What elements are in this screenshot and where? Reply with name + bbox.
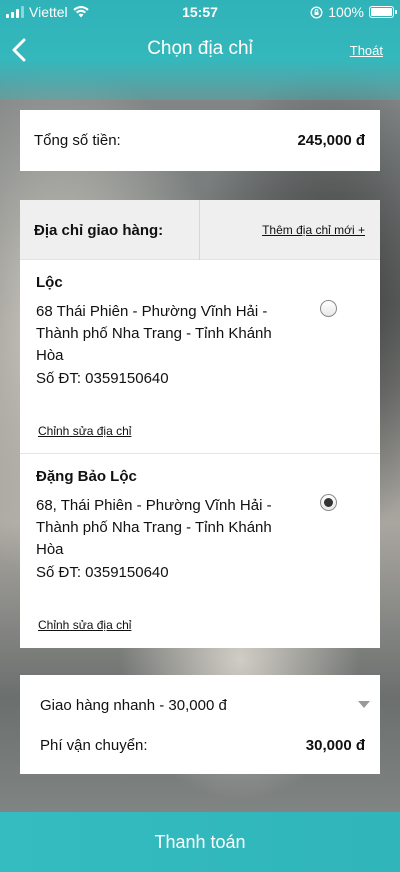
address-phone: Số ĐT: 0359150640 — [36, 370, 169, 387]
address-section-title: Địa chỉ giao hàng: — [34, 222, 164, 239]
address-name: Đặng Bảo Lộc — [36, 468, 137, 485]
pay-button[interactable]: Thanh toán — [0, 812, 400, 872]
status-right: 100% — [310, 4, 397, 20]
shipping-method-select[interactable]: Giao hàng nhanh - 30,000 đ — [40, 697, 227, 714]
address-item[interactable]: Lộc 68 Thái Phiên - Phường Vĩnh Hải - Th… — [20, 260, 380, 454]
address-item[interactable]: Đặng Bảo Lộc 68, Thái Phiên - Phường Vĩn… — [20, 454, 380, 648]
total-value: 245,000 đ — [297, 132, 365, 149]
orientation-lock-icon — [310, 5, 323, 19]
edit-address-link[interactable]: Chỉnh sửa địa chỉ — [38, 618, 131, 632]
header-divider — [199, 200, 200, 260]
address-text: 68, Thái Phiên - Phường Vĩnh Hải - Thành… — [36, 497, 272, 558]
battery-icon — [369, 6, 397, 18]
battery-percent: 100% — [328, 4, 364, 20]
shipping-fee-value: 30,000 đ — [305, 737, 365, 754]
header: Viettel 15:57 100% Chọn địa chỉ Thoát — [0, 0, 400, 100]
total-label: Tổng số tiền: — [34, 132, 121, 149]
status-bar: Viettel 15:57 100% — [0, 0, 400, 24]
address-radio-selected[interactable] — [320, 494, 337, 511]
page-title: Chọn địa chỉ — [147, 38, 253, 59]
shipping-fee-label: Phí vận chuyển: — [40, 737, 148, 754]
edit-address-link[interactable]: Chỉnh sửa địa chỉ — [38, 424, 131, 438]
nav-bar: Chọn địa chỉ Thoát — [0, 28, 400, 72]
dropdown-caret-icon[interactable] — [358, 701, 370, 708]
address-card: Địa chỉ giao hàng: Thêm địa chỉ mới + Lộ… — [20, 200, 380, 648]
address-phone: Số ĐT: 0359150640 — [36, 564, 169, 581]
total-card: Tổng số tiền: 245,000 đ — [20, 110, 380, 171]
add-address-link[interactable]: Thêm địa chỉ mới + — [262, 223, 365, 237]
address-name: Lộc — [36, 274, 63, 291]
exit-link[interactable]: Thoát — [350, 43, 383, 58]
shipping-card: Giao hàng nhanh - 30,000 đ Phí vận chuyể… — [20, 675, 380, 774]
address-header: Địa chỉ giao hàng: Thêm địa chỉ mới + — [20, 200, 380, 260]
address-text: 68 Thái Phiên - Phường Vĩnh Hải - Thành … — [36, 303, 272, 364]
address-radio[interactable] — [320, 300, 337, 317]
